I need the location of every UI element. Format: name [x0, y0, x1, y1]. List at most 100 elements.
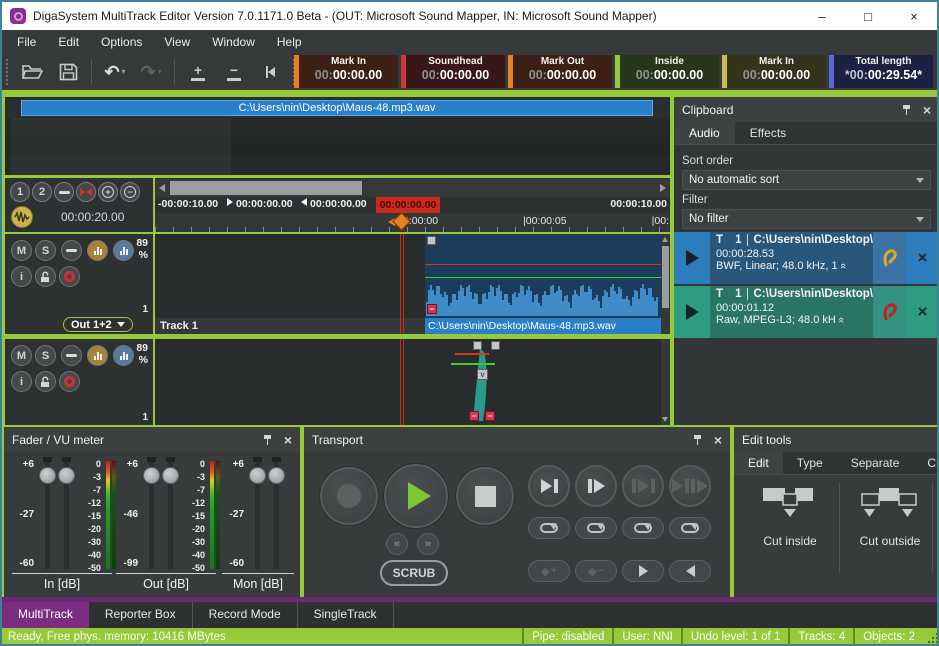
- clipboard-item[interactable]: T1C:\Users\nin\Desktop\ 00:00:01.12 Raw,…: [674, 286, 939, 338]
- scrub-button[interactable]: SCRUB: [380, 560, 448, 586]
- horizontal-scrollbar-thumb[interactable]: [170, 181, 362, 195]
- timecode-row[interactable]: -00:00:10.00 00:00:00.00 00:00:00.00 00:…: [155, 197, 670, 213]
- remove-clip-button[interactable]: ×: [906, 286, 939, 338]
- clip-marker-handle[interactable]: −: [427, 304, 437, 314]
- overview-track-row[interactable]: [5, 118, 670, 137]
- zoom-in-tracks-icon[interactable]: +: [185, 59, 211, 85]
- solo-button[interactable]: S: [35, 240, 56, 261]
- mute-button[interactable]: M: [11, 345, 32, 366]
- filter-dropdown[interactable]: No filter: [682, 209, 931, 229]
- clip-level-line-red[interactable]: [425, 264, 661, 265]
- pin-icon[interactable]: [263, 435, 272, 445]
- clip-marker-handle[interactable]: −: [469, 411, 479, 421]
- collapse-track-button[interactable]: [61, 240, 82, 261]
- minimize-button[interactable]: –: [799, 2, 845, 30]
- clip-fade-handle[interactable]: [427, 236, 436, 245]
- tab-singletrack[interactable]: SingleTrack: [298, 602, 394, 628]
- zoom-in-icon[interactable]: +: [98, 182, 118, 202]
- scroll-down-icon[interactable]: [662, 417, 668, 422]
- zoom-out-icon[interactable]: −: [120, 182, 140, 202]
- vertical-scrollbar[interactable]: [661, 339, 670, 425]
- output-routing-dropdown[interactable]: Out 1+2: [63, 317, 133, 332]
- info-button[interactable]: i: [11, 266, 32, 287]
- zoom-selection-icon[interactable]: [76, 182, 96, 202]
- cut-outside-button[interactable]: Cut outside: [846, 485, 934, 548]
- loop-icon[interactable]: [575, 517, 617, 539]
- tab-edit[interactable]: Edit: [734, 452, 783, 474]
- maximize-button[interactable]: □: [845, 2, 891, 30]
- overview-track-row[interactable]: [5, 137, 670, 156]
- tab-multitrack[interactable]: MultiTrack: [2, 602, 89, 628]
- scroll-left-icon[interactable]: [159, 184, 165, 192]
- open-file-icon[interactable]: [19, 59, 45, 85]
- meter-mode-gold-icon[interactable]: [87, 240, 108, 261]
- track-1-lane[interactable]: Track 1 − C:\Users\nin\Desktop\Maus-48.m…: [155, 234, 661, 334]
- add-marker-button[interactable]: ◆+: [528, 560, 570, 582]
- track-2-lane[interactable]: v − −: [155, 339, 661, 425]
- prelisten-ear-icon[interactable]: [873, 232, 906, 284]
- display-soundhead[interactable]: Soundhead00:00:00.00: [401, 55, 505, 88]
- tab-separate[interactable]: Separate: [837, 452, 914, 474]
- clip-marker-handle[interactable]: −: [485, 411, 495, 421]
- prelisten-ear-icon[interactable]: [873, 286, 906, 338]
- tab-effects[interactable]: Effects: [735, 122, 801, 144]
- lock-icon[interactable]: [35, 266, 56, 287]
- waveform-zoom-icon[interactable]: [11, 206, 33, 228]
- fader-knob[interactable]: [143, 467, 160, 484]
- forward-button[interactable]: »: [417, 533, 439, 555]
- fader-slider[interactable]: [143, 459, 159, 569]
- clipboard-item-info[interactable]: T1C:\Users\nin\Desktop\ 00:00:28.53 BWF,…: [710, 232, 873, 284]
- meter-mode-gold-icon[interactable]: [87, 345, 108, 366]
- clipboard-item-info[interactable]: T1C:\Users\nin\Desktop\ 00:00:01.12 Raw,…: [710, 286, 873, 338]
- goto-start-icon[interactable]: [257, 59, 283, 85]
- resize-grip[interactable]: [925, 630, 939, 644]
- tab-type[interactable]: Type: [783, 452, 837, 474]
- remove-clip-button[interactable]: ×: [906, 232, 939, 284]
- save-icon[interactable]: [55, 59, 81, 85]
- menu-view[interactable]: View: [153, 32, 201, 52]
- menu-edit[interactable]: Edit: [47, 32, 90, 52]
- zoom-out-tracks-icon[interactable]: −: [221, 59, 247, 85]
- play-selection-button[interactable]: [622, 465, 664, 507]
- loop-icon[interactable]: [669, 517, 711, 539]
- chevron-up-icon[interactable]: «: [835, 317, 847, 323]
- clip-title-bar[interactable]: C:\Users\nin\Desktop\Maus-48.mp3.wav: [425, 318, 661, 334]
- fader-slider[interactable]: [58, 459, 74, 569]
- mark-out-flag-icon[interactable]: [301, 198, 307, 206]
- clip-level-line-green[interactable]: [425, 277, 661, 278]
- fader-knob[interactable]: [162, 467, 179, 484]
- overview-file-bar[interactable]: C:\Users\nin\Desktop\Maus-48.mp3.wav: [21, 100, 653, 116]
- record-arm-button[interactable]: [59, 371, 80, 392]
- mark-in-flag-icon[interactable]: [227, 198, 233, 206]
- clip-level-line-red[interactable]: [455, 353, 489, 355]
- undo-button[interactable]: ↶▾: [102, 59, 128, 85]
- prev-marker-button[interactable]: [669, 560, 711, 582]
- play-button[interactable]: [384, 464, 448, 528]
- vertical-scrollbar-thumb[interactable]: [662, 246, 669, 308]
- play-around-button[interactable]: [669, 465, 711, 507]
- mute-button[interactable]: M: [11, 240, 32, 261]
- clip-level-line-green[interactable]: [451, 363, 495, 365]
- menu-window[interactable]: Window: [201, 32, 266, 52]
- fader-slider[interactable]: [268, 459, 284, 569]
- loop-icon[interactable]: [622, 517, 664, 539]
- fader-slider[interactable]: [39, 459, 55, 569]
- sort-order-dropdown[interactable]: No automatic sort: [682, 170, 931, 190]
- play-from-mark-button[interactable]: [575, 465, 617, 507]
- zoom-preset-2-button[interactable]: 2: [32, 182, 52, 202]
- fader-knob[interactable]: [268, 467, 285, 484]
- fader-slider[interactable]: [162, 459, 178, 569]
- pin-icon[interactable]: [902, 105, 911, 115]
- fader-knob[interactable]: [249, 467, 266, 484]
- vertical-scrollbar[interactable]: [661, 234, 670, 334]
- clipboard-item[interactable]: T1C:\Users\nin\Desktop\ 00:00:28.53 BWF,…: [674, 232, 939, 284]
- scroll-up-icon[interactable]: [662, 237, 668, 242]
- tab-reporter-box[interactable]: Reporter Box: [89, 602, 193, 628]
- cut-inside-button[interactable]: Cut inside: [746, 485, 834, 548]
- close-panel-icon[interactable]: ×: [923, 103, 931, 117]
- display-mark-in[interactable]: Mark In00:00:00.00: [294, 55, 398, 88]
- toolbar-grip[interactable]: [6, 59, 9, 85]
- clip-volume-handle[interactable]: v: [477, 369, 488, 380]
- meter-mode-blue-icon[interactable]: [113, 240, 134, 261]
- display-mark-out[interactable]: Mark Out00:00:00.00: [508, 55, 612, 88]
